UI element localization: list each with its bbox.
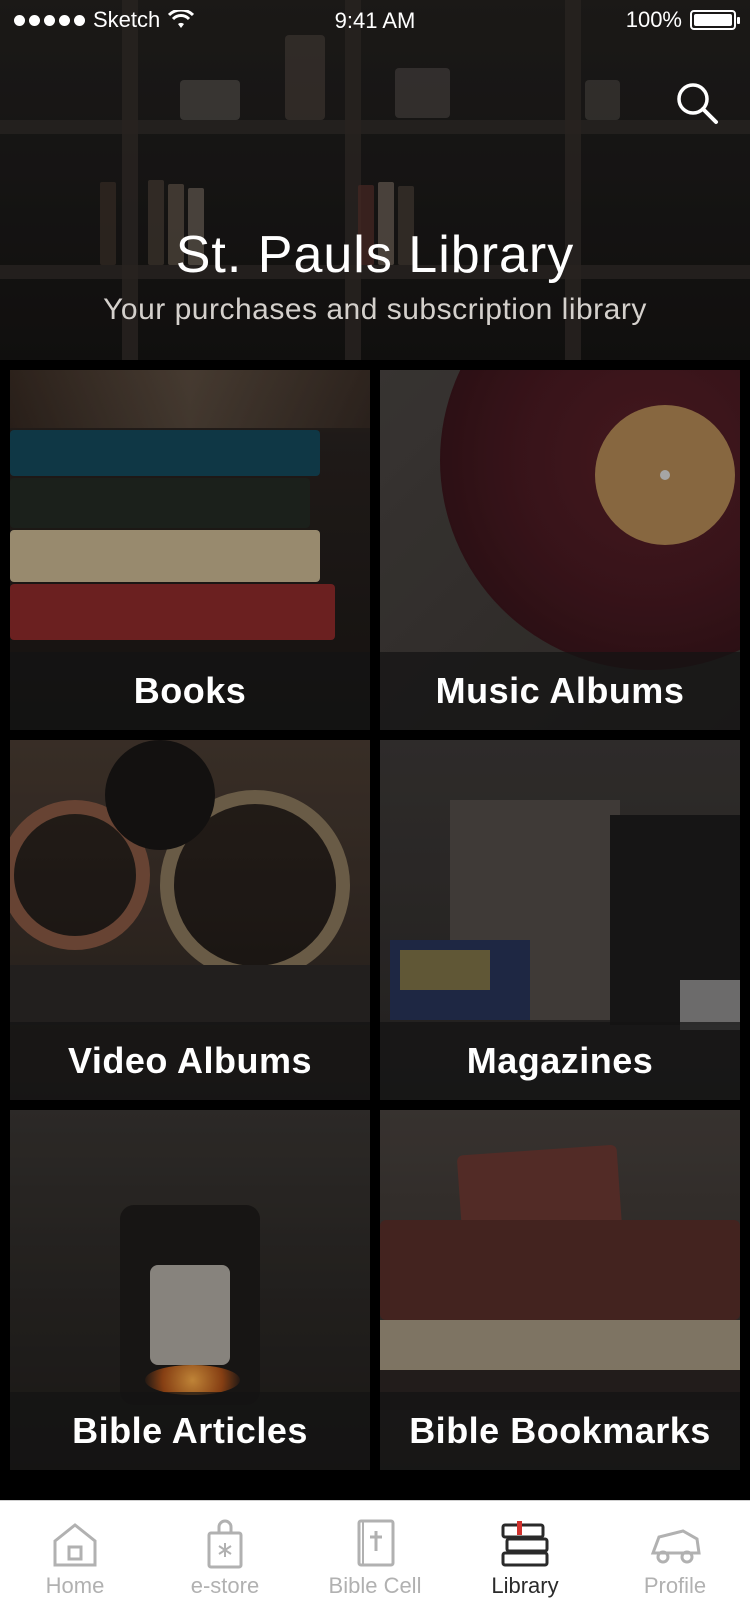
tab-library[interactable]: Library xyxy=(450,1501,600,1600)
category-label: Video Albums xyxy=(10,1022,370,1100)
category-tile-music-albums[interactable]: Music Albums xyxy=(380,370,740,730)
tab-home[interactable]: Home xyxy=(0,1501,150,1600)
status-time: 9:41 AM xyxy=(334,8,416,33)
tab-bible-cell[interactable]: Bible Cell xyxy=(300,1501,450,1600)
library-books-icon xyxy=(501,1521,549,1567)
category-label: Books xyxy=(10,652,370,730)
tab-label: Library xyxy=(491,1573,559,1598)
search-icon[interactable] xyxy=(674,80,720,126)
category-label: Music Albums xyxy=(380,652,740,730)
category-label: Bible Articles xyxy=(10,1392,370,1470)
tab-label: e-store xyxy=(190,1573,260,1598)
tab-label: Profile xyxy=(643,1573,707,1598)
shopping-bag-icon xyxy=(207,1519,243,1569)
category-tile-magazines[interactable]: Magazines xyxy=(380,740,740,1100)
tab-profile[interactable]: Profile xyxy=(600,1501,750,1600)
tab-e-store[interactable]: e-store xyxy=(150,1501,300,1600)
category-grid: Books Music Albums Video Albums Magazine… xyxy=(0,360,750,1500)
category-tile-bible-bookmarks[interactable]: Bible Bookmarks xyxy=(380,1110,740,1470)
tab-label: Bible Cell xyxy=(328,1573,422,1598)
category-label: Bible Bookmarks xyxy=(380,1392,740,1470)
status-bar: Sketch 9:41 AM 100% xyxy=(0,0,750,40)
bible-icon xyxy=(357,1519,395,1567)
car-profile-icon xyxy=(650,1529,701,1564)
library-header: Sketch 9:41 AM 100% St. Pauls Library Yo… xyxy=(0,0,750,360)
tab-bar: Home e-store Bible Cell Library Profile xyxy=(0,1500,750,1600)
category-label: Magazines xyxy=(380,1022,740,1100)
page-title: St. Pauls Library xyxy=(175,226,575,284)
home-icon xyxy=(53,1523,97,1567)
category-tile-video-albums[interactable]: Video Albums xyxy=(10,740,370,1100)
page-subtitle: Your purchases and subscription library xyxy=(103,293,647,326)
battery-icon xyxy=(690,10,740,30)
category-tile-books[interactable]: Books xyxy=(10,370,370,730)
category-tile-bible-articles[interactable]: Bible Articles xyxy=(10,1110,370,1470)
tab-label: Home xyxy=(45,1573,105,1598)
